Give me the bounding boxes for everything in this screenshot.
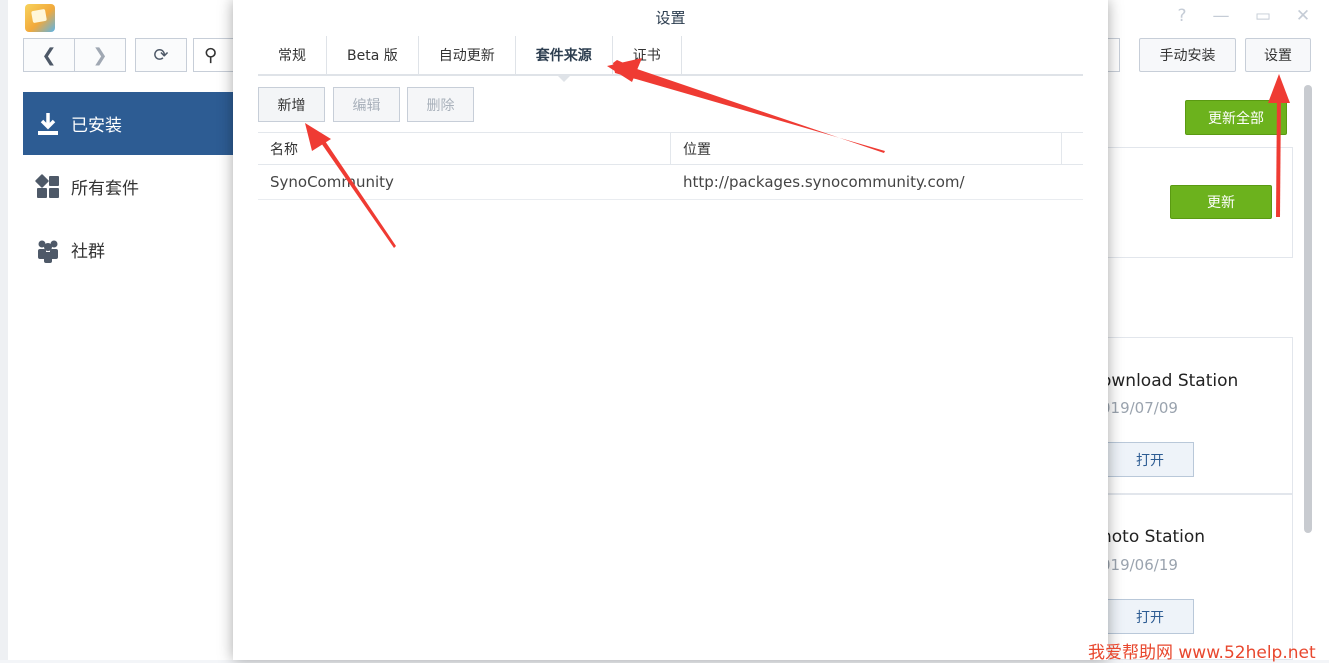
help-icon[interactable]: ? bbox=[1171, 6, 1193, 26]
table-header: 名称 位置 bbox=[258, 132, 1083, 165]
tab-beta[interactable]: Beta 版 bbox=[327, 36, 419, 74]
back-button[interactable]: ❮ bbox=[23, 38, 75, 72]
delete-button[interactable]: 删除 bbox=[407, 87, 474, 122]
minimize-icon[interactable]: — bbox=[1210, 6, 1232, 26]
chevron-left-icon: ❮ bbox=[41, 44, 57, 66]
settings-tabs: 常规 Beta 版 自动更新 套件来源 证书 bbox=[258, 36, 1083, 82]
search-icon: ⚲ bbox=[204, 45, 218, 66]
sidebar-item-label: 已安装 bbox=[71, 116, 122, 136]
chevron-right-icon: ❯ bbox=[92, 44, 108, 66]
close-icon[interactable]: ✕ bbox=[1292, 6, 1314, 26]
add-button[interactable]: 新增 bbox=[258, 87, 325, 122]
left-edge-strip bbox=[0, 0, 8, 660]
package-card bbox=[1100, 494, 1293, 660]
tab-general[interactable]: 常规 bbox=[258, 36, 327, 74]
update-all-button[interactable]: 更新全部 bbox=[1185, 100, 1287, 135]
package-date: 019/06/19 bbox=[1101, 556, 1178, 574]
package-name: ownload Station bbox=[1101, 371, 1239, 391]
sidebar-item-label: 所有套件 bbox=[71, 179, 139, 199]
search-input-end[interactable] bbox=[1106, 38, 1120, 72]
package-center-app-icon bbox=[25, 4, 55, 32]
grid-icon bbox=[35, 173, 61, 200]
column-header-location[interactable]: 位置 bbox=[671, 133, 1062, 164]
source-name-cell: SynoCommunity bbox=[270, 173, 394, 191]
scrollbar[interactable] bbox=[1304, 85, 1312, 533]
refresh-icon: ⟳ bbox=[153, 44, 169, 66]
community-icon bbox=[35, 237, 61, 263]
refresh-button[interactable]: ⟳ bbox=[135, 38, 187, 72]
tab-certificate[interactable]: 证书 bbox=[613, 36, 682, 74]
package-name: hoto Station bbox=[1101, 527, 1206, 547]
settings-button[interactable]: 设置 bbox=[1245, 38, 1311, 72]
download-icon bbox=[35, 111, 61, 137]
table-row[interactable]: SynoCommunity http://packages.synocommun… bbox=[258, 165, 1083, 200]
sidebar-item-installed[interactable]: 已安装 bbox=[23, 92, 233, 155]
maximize-icon[interactable]: ▭ bbox=[1252, 6, 1274, 26]
watermark: 我爱帮助网 www.52help.net bbox=[1088, 643, 1316, 663]
update-button[interactable]: 更新 bbox=[1170, 185, 1272, 219]
open-button[interactable]: 打开 bbox=[1106, 599, 1194, 634]
manual-install-button[interactable]: 手动安装 bbox=[1139, 38, 1236, 72]
sidebar: 已安装 所有套件 社群 bbox=[23, 92, 233, 281]
dialog-title: 设置 bbox=[655, 9, 686, 27]
column-header-spacer bbox=[1062, 133, 1083, 164]
package-source-table: 名称 位置 SynoCommunity http://packages.syno… bbox=[258, 132, 1083, 200]
settings-dialog: 设置 常规 Beta 版 自动更新 套件来源 证书 新增 编辑 删除 名称 位置… bbox=[233, 0, 1108, 660]
sidebar-item-community[interactable]: 社群 bbox=[23, 218, 233, 281]
sidebar-item-all-packages[interactable]: 所有套件 bbox=[23, 155, 233, 218]
tab-package-sources[interactable]: 套件来源 bbox=[516, 36, 613, 82]
tab-auto-update[interactable]: 自动更新 bbox=[419, 36, 516, 74]
sidebar-item-label: 社群 bbox=[71, 242, 105, 262]
source-location-cell: http://packages.synocommunity.com/ bbox=[683, 173, 965, 191]
open-button[interactable]: 打开 bbox=[1106, 442, 1194, 477]
edit-button[interactable]: 编辑 bbox=[333, 87, 400, 122]
column-header-name[interactable]: 名称 bbox=[258, 133, 671, 164]
package-date: 019/07/09 bbox=[1101, 399, 1178, 417]
forward-button[interactable]: ❯ bbox=[74, 38, 126, 72]
